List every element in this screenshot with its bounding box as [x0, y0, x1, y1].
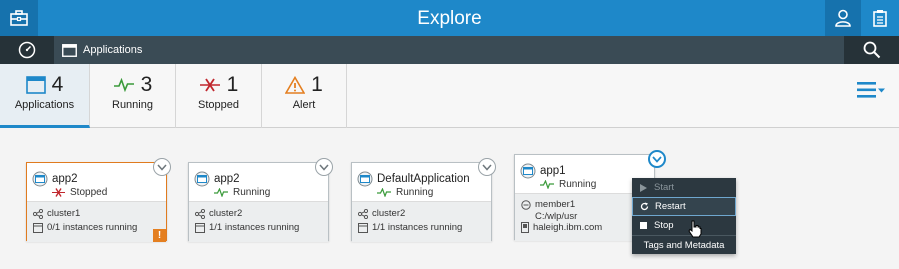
cluster-name: cluster2: [209, 208, 243, 219]
running-pulse-icon: [214, 188, 228, 197]
application-window-icon: [62, 43, 77, 57]
running-label: Running: [112, 99, 153, 111]
app-status: Running: [396, 187, 434, 198]
card-actions-toggle[interactable]: [478, 158, 496, 176]
running-count: 3: [140, 73, 153, 96]
page-title: Explore: [417, 8, 482, 29]
breadcrumb[interactable]: Applications: [62, 36, 142, 64]
breadcrumb-label: Applications: [83, 44, 143, 56]
app-card[interactable]: DefaultApplication Running cluster2 1/1 …: [351, 158, 496, 242]
summary-tab-running[interactable]: 3 Running: [90, 64, 176, 128]
app-card[interactable]: app2 Running cluster2 1/1 instances runn…: [188, 158, 333, 242]
member-name: member1: [535, 199, 576, 210]
dashboard-button[interactable]: [0, 36, 54, 64]
server-member-icon: [521, 199, 531, 210]
stopped-label: Stopped: [198, 99, 239, 111]
view-menu-button[interactable]: [856, 78, 888, 102]
running-pulse-icon: [113, 78, 134, 92]
menu-item-label: Stop: [654, 220, 674, 231]
clipboard-icon: [873, 10, 887, 27]
app-card[interactable]: app2 Stopped cluster1 0/1 instances runn…: [26, 158, 171, 242]
summary-bar: 4 Applications 3 Running 1 Stopped 1 Ale…: [0, 64, 899, 128]
stop-icon: [639, 222, 647, 229]
dashboard-gauge-icon: [18, 41, 36, 59]
instances-icon: [358, 222, 368, 233]
card-actions-menu: Start Restart Stop Tags and Metadata: [632, 178, 736, 254]
applications-label: Applications: [14, 99, 75, 111]
app-name: app1: [540, 165, 566, 177]
hamburger-menu-icon: [857, 82, 885, 98]
application-icon: [357, 171, 373, 187]
menu-item-restart[interactable]: Restart: [632, 197, 736, 216]
search-button[interactable]: [844, 36, 899, 64]
summary-tab-stopped[interactable]: 1 Stopped: [176, 64, 262, 128]
chevron-down-icon: [482, 164, 492, 171]
chevron-down-icon: [319, 164, 329, 171]
running-pulse-icon: [377, 188, 391, 197]
card-actions-toggle[interactable]: [648, 150, 666, 168]
cluster-icon: [358, 208, 368, 219]
stopped-x-icon: [52, 188, 65, 197]
alert-triangle-icon: [285, 76, 306, 94]
cluster-name: cluster2: [372, 208, 406, 219]
user-button[interactable]: [825, 0, 861, 36]
summary-tab-alert[interactable]: 1 Alert: [262, 64, 347, 128]
instances-icon: [195, 222, 205, 233]
application-icon: [520, 163, 536, 179]
top-bar: Explore: [0, 0, 899, 36]
application-icon: [194, 171, 210, 187]
member-path: C:/wlp/usr: [535, 211, 578, 222]
instances-icon: [33, 222, 43, 233]
app-name: DefaultApplication: [377, 173, 470, 185]
cluster-name: cluster1: [47, 208, 81, 219]
cluster-icon: [195, 208, 205, 219]
application-icon: [32, 171, 48, 187]
host-name: haleigh.ibm.com: [533, 222, 603, 233]
menu-item-start[interactable]: Start: [632, 178, 736, 197]
application-window-icon: [25, 76, 46, 94]
alert-label: Alert: [292, 99, 316, 111]
stopped-x-icon: [199, 78, 220, 92]
app-status: Stopped: [70, 187, 108, 198]
chevron-down-icon: [652, 155, 662, 163]
alert-badge: !: [153, 229, 166, 242]
summary-tab-applications[interactable]: 4 Applications: [0, 64, 90, 128]
app-status: Running: [559, 179, 597, 190]
card-actions-toggle[interactable]: [153, 158, 171, 176]
stopped-count: 1: [226, 73, 239, 96]
menu-item-label: Restart: [655, 201, 686, 212]
restart-icon: [640, 202, 648, 211]
clipboard-button[interactable]: [861, 0, 899, 36]
instances-running: 0/1 instances running: [47, 222, 138, 233]
alert-count: 1: [311, 73, 323, 96]
instances-running: 1/1 instances running: [372, 222, 463, 233]
chevron-down-icon: [157, 164, 167, 171]
app-name: app2: [52, 173, 78, 185]
menu-item-tags-and-metadata[interactable]: Tags and Metadata: [632, 235, 736, 254]
applications-count: 4: [51, 73, 64, 96]
host-device-icon: [521, 222, 529, 233]
sub-nav-bar: Applications: [0, 36, 899, 64]
card-actions-toggle[interactable]: [315, 158, 333, 176]
user-icon: [835, 9, 851, 27]
menu-item-label: Tags and Metadata: [643, 239, 725, 251]
app-name: app2: [214, 173, 240, 185]
hand-pointer-cursor-icon: [688, 220, 702, 238]
app-status: Running: [233, 187, 271, 198]
menu-item-label: Start: [654, 182, 675, 193]
running-pulse-icon: [540, 180, 554, 189]
menu-item-stop[interactable]: Stop: [632, 216, 736, 235]
search-icon: [863, 41, 880, 59]
instances-running: 1/1 instances running: [209, 222, 300, 233]
cluster-icon: [33, 208, 43, 219]
play-icon: [639, 183, 647, 192]
